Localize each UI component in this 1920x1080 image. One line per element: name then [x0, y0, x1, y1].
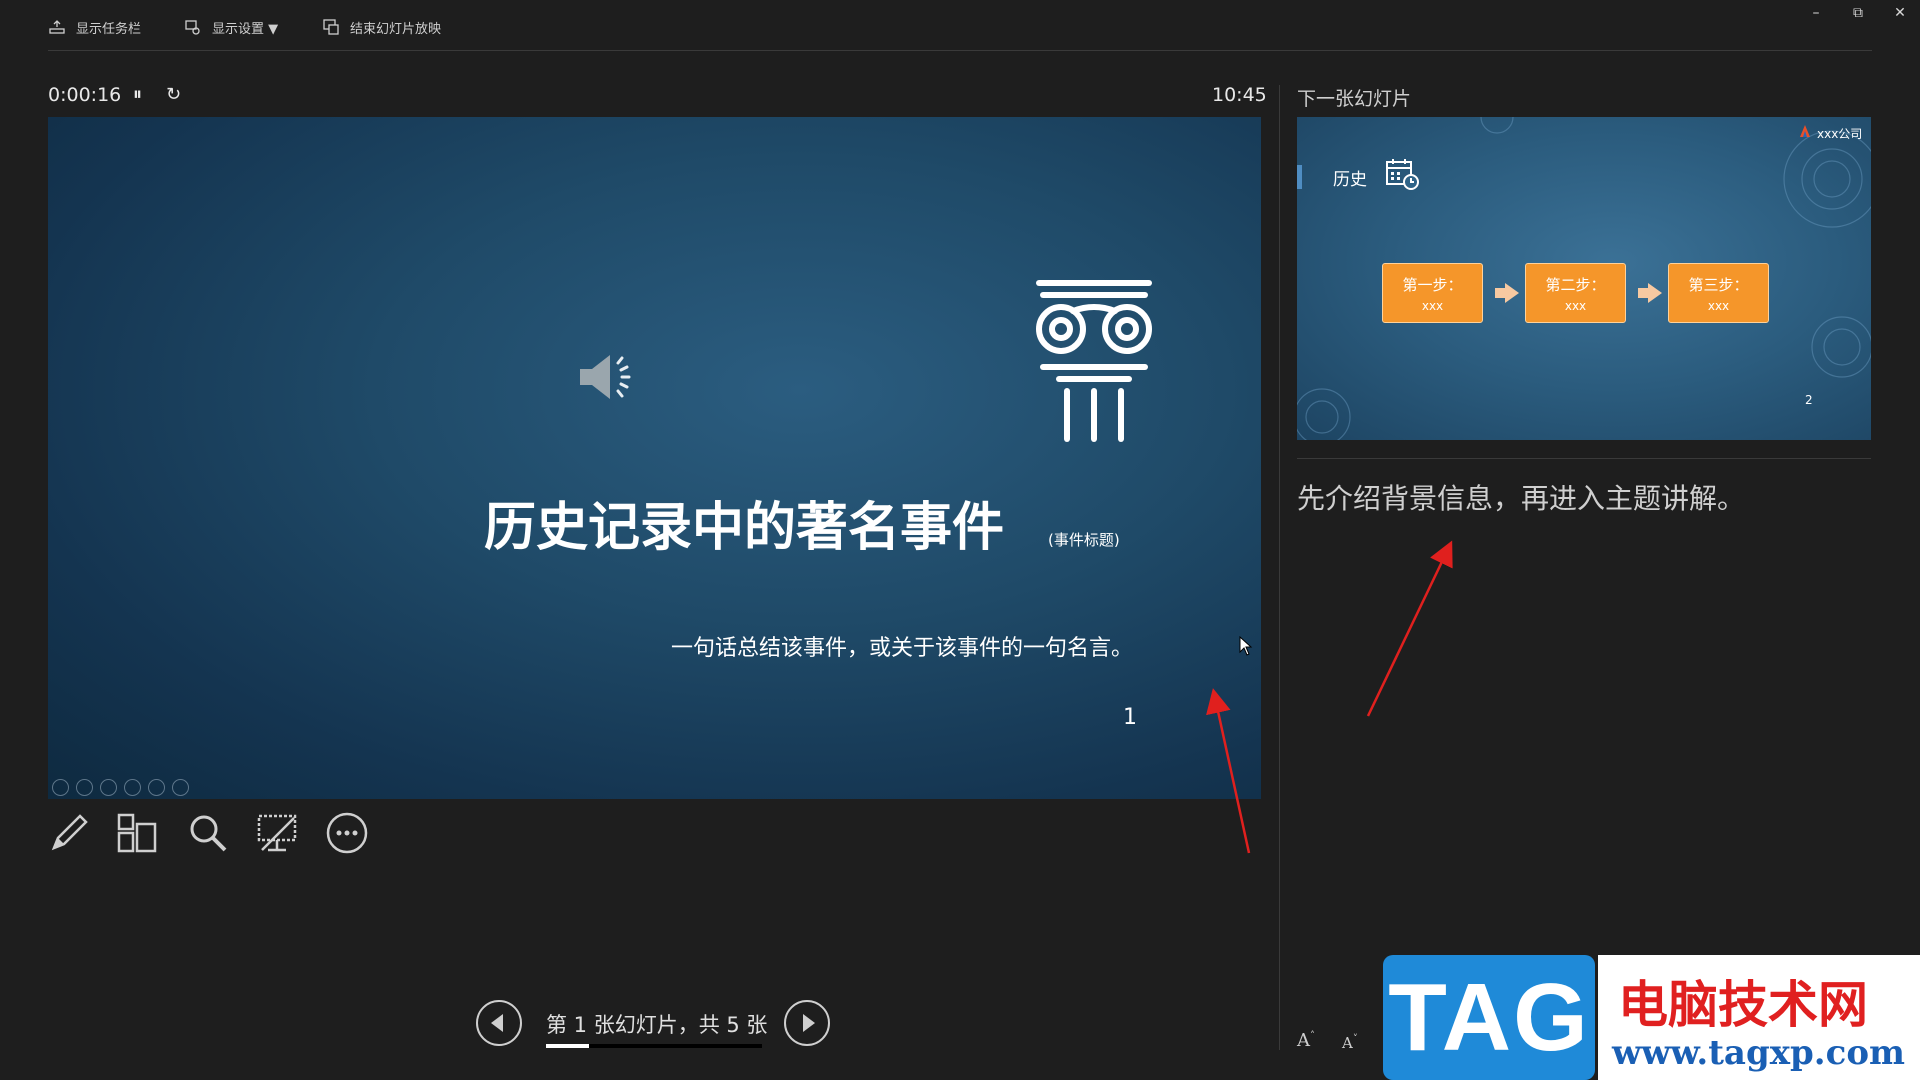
watermark-tag-logo: TAG [1383, 955, 1595, 1080]
calendar-clock-icon [1386, 159, 1419, 190]
slide-progress-fill [546, 1044, 590, 1048]
slide-counter: 第 1 张幻灯片，共 5 张 [546, 1013, 768, 1037]
decrease-font-button[interactable]: A˅ [1342, 1034, 1358, 1052]
step-2-value: xxx [1564, 299, 1587, 313]
increase-font-button[interactable]: A˄ [1297, 1030, 1315, 1051]
watermark-site-name: 电脑技术网 [1618, 976, 1868, 1034]
previous-slide-button[interactable] [476, 1000, 522, 1046]
company-logo-text: xxx公司 [1817, 127, 1863, 141]
step-box-3: 第三步： xxx [1668, 263, 1769, 323]
triangle-left-icon [491, 1014, 503, 1032]
step-3-value: xxx [1707, 299, 1730, 313]
watermark-banner: 电脑技术网 www.tagxp.com [1598, 955, 1920, 1080]
decrease-font-icon: A [1342, 1034, 1353, 1052]
step-1-label: 第一步： [1402, 276, 1463, 294]
notes-divider [1297, 458, 1871, 459]
company-logo-icon [1800, 125, 1810, 137]
step-box-1: 第一步： xxx [1382, 263, 1483, 323]
increase-font-icon: A [1297, 1030, 1310, 1051]
step-2-label: 第二步： [1545, 276, 1606, 294]
next-slide-title-bar [1297, 165, 1302, 189]
speaker-notes[interactable]: 先介绍背景信息，再进入主题讲解。 [1297, 477, 1745, 517]
next-slide-number: 2 [1805, 393, 1813, 407]
step-3-label: 第三步： [1688, 276, 1749, 294]
next-slide-preview[interactable]: 历史 xxx公司 第一步： xxx 第二步： xxx 第三步： xxx 2 [1297, 117, 1871, 440]
panel-divider [1279, 85, 1280, 1050]
step-arrow-2 [1638, 283, 1662, 303]
step-box-2: 第二步： xxx [1525, 263, 1626, 323]
step-1-value: xxx [1421, 299, 1444, 313]
slide-progress-bar [546, 1044, 762, 1048]
annotation-arrow-notes [1366, 540, 1453, 717]
watermark-url: www.tagxp.com [1612, 1033, 1905, 1073]
next-slide-heading: 下一张幻灯片 [1297, 88, 1412, 110]
next-slide-title: 历史 [1333, 170, 1367, 190]
triangle-right-icon [803, 1014, 815, 1032]
step-arrow-1 [1495, 283, 1519, 303]
next-slide-button[interactable] [784, 1000, 830, 1046]
annotation-arrow-slide [1206, 688, 1251, 854]
